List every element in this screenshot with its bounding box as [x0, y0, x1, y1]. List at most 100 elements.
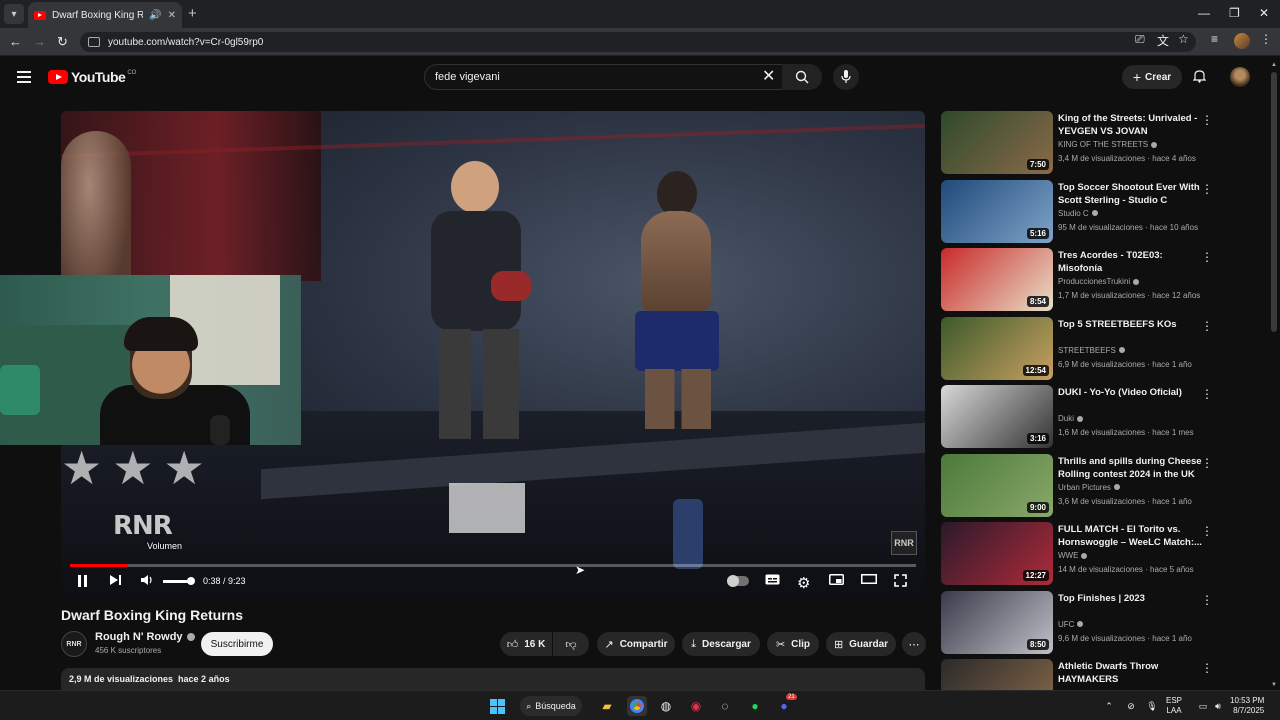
pause-button[interactable]	[78, 574, 92, 588]
recommendation-card[interactable]: 5:16 Top Soccer Shootout Ever With Scott …	[941, 179, 1261, 244]
microphone-tray-icon[interactable]: 🎙︎	[1142, 696, 1162, 716]
recommendation-channel[interactable]: UFC	[1058, 620, 1084, 629]
network-off-icon[interactable]: ⊘	[1121, 696, 1141, 716]
site-info-icon[interactable]	[88, 37, 100, 47]
search-button[interactable]	[782, 64, 822, 90]
recommendation-title[interactable]: FULL MATCH - El Torito vs. Hornswoggle –…	[1058, 523, 1208, 549]
browser-menu-icon[interactable]: ⋮	[1260, 32, 1272, 46]
more-actions-button[interactable]: ⋯	[902, 632, 926, 656]
like-button[interactable]: 👍︎ 16 K	[500, 632, 552, 656]
start-button[interactable]	[487, 696, 507, 716]
theater-mode-button[interactable]	[861, 574, 877, 584]
recommendation-channel[interactable]: STREETBEEFS	[1058, 346, 1125, 355]
share-button[interactable]: ↗ Compartir	[597, 632, 675, 656]
recommendation-card[interactable]: 3:16 DUKI - Yo-Yo (Video Oficial) Duki 1,6 …	[941, 385, 1261, 449]
app-circle-icon[interactable]: ◌	[715, 696, 735, 716]
more-options-icon[interactable]: ⋮	[1201, 182, 1213, 196]
create-button[interactable]: + Crear	[1122, 65, 1182, 89]
recommendation-card[interactable]: 8:54 Tres Acordes - T02E03: Misofonía Prod…	[941, 248, 1261, 312]
channel-corner-logo[interactable]: RNR	[891, 531, 917, 555]
progress-bar[interactable]	[70, 564, 916, 567]
more-options-icon[interactable]: ⋮	[1201, 593, 1213, 607]
search-input[interactable]: fede vigevani	[424, 64, 786, 90]
more-options-icon[interactable]: ⋮	[1201, 113, 1213, 127]
page-scrollbar[interactable]: ▲ ▼	[1270, 62, 1278, 688]
recommendation-thumbnail[interactable]: 5:16	[941, 179, 1053, 243]
recommendation-channel[interactable]: Duki	[1058, 414, 1084, 423]
recommendation-card[interactable]: Athletic Dwarfs Throw HAYMAKERS ⋮	[941, 659, 1261, 691]
voice-search-button[interactable]	[833, 64, 859, 90]
recommendation-card[interactable]: 8:50 Top Finishes | 2023 UFC 9,6 M de visua…	[941, 590, 1261, 655]
recommendation-channel[interactable]: Studio C	[1058, 209, 1098, 218]
recommendation-title[interactable]: Athletic Dwarfs Throw HAYMAKERS	[1058, 660, 1208, 686]
audio-playing-icon[interactable]: 🔊	[149, 10, 161, 21]
more-options-icon[interactable]: ⋮	[1201, 387, 1213, 401]
speaker-tray-icon[interactable]: 🔊︎	[1208, 696, 1228, 716]
recommendation-thumbnail[interactable]: 8:50	[941, 590, 1053, 654]
next-button[interactable]	[109, 574, 122, 586]
recommendation-thumbnail[interactable]: 12:27	[941, 522, 1053, 585]
clear-search-icon[interactable]: ✕	[762, 66, 775, 86]
recommendation-card[interactable]: 7:50 King of the Streets: Unrivaled - YEV…	[941, 111, 1261, 175]
window-close-button[interactable]: ✕	[1259, 6, 1269, 20]
browser-profile-avatar[interactable]	[1234, 33, 1250, 49]
recommendation-card[interactable]: 12:54 Top 5 STREETBEEFS KOs STREETBEEFS 6,9…	[941, 316, 1261, 381]
language-indicator[interactable]: ESP LAA	[1166, 696, 1182, 716]
app-red-icon[interactable]: ◉	[686, 696, 706, 716]
more-options-icon[interactable]: ⋮	[1201, 661, 1213, 675]
subscribe-button[interactable]: Suscribirme	[201, 632, 273, 656]
youtube-logo[interactable]: YouTube CO	[48, 69, 136, 85]
miniplayer-button[interactable]	[829, 574, 844, 585]
fullscreen-button[interactable]	[894, 574, 907, 587]
more-options-icon[interactable]: ⋮	[1201, 524, 1213, 538]
recommendation-title[interactable]: Top Soccer Shootout Ever With Scott Ster…	[1058, 181, 1208, 207]
tray-chevron-icon[interactable]: ⌃	[1099, 696, 1119, 716]
description-box[interactable]: 2,9 M de visualizaciones hace 2 años	[61, 668, 925, 690]
scrollbar-thumb[interactable]	[1271, 72, 1277, 332]
clock[interactable]: 10:53 PM 8/7/2025	[1230, 696, 1264, 716]
more-options-icon[interactable]: ⋮	[1201, 319, 1213, 333]
recommendation-title[interactable]: Top 5 STREETBEEFS KOs	[1058, 318, 1208, 331]
recommendation-channel[interactable]: Urban Pictures	[1058, 483, 1120, 492]
chrome-taskbar-icon[interactable]	[627, 696, 647, 716]
recommendation-title[interactable]: Thrills and spills during Cheese Rolling…	[1058, 455, 1208, 481]
minimize-button[interactable]: —	[1198, 6, 1210, 20]
hamburger-menu-icon[interactable]	[17, 71, 31, 86]
volume-button[interactable]	[140, 574, 154, 586]
tab-search-menu-button[interactable]: ▾	[4, 4, 24, 24]
tab-close-icon[interactable]: ✕	[168, 10, 176, 21]
bookmark-star-icon[interactable]: ☆	[1178, 32, 1189, 46]
subtitles-button[interactable]	[765, 574, 780, 585]
recommendation-channel[interactable]: KING OF THE STREETS	[1058, 140, 1158, 149]
recommendation-thumbnail[interactable]	[941, 659, 1053, 691]
forward-button[interactable]: →	[33, 34, 46, 49]
recommendation-channel[interactable]: WWE	[1058, 551, 1088, 560]
notifications-bell-icon[interactable]	[1192, 69, 1207, 86]
translate-icon[interactable]: 文	[1157, 32, 1169, 49]
recommendation-title[interactable]: DUKI - Yo-Yo (Video Oficial)	[1058, 386, 1208, 399]
autoplay-toggle[interactable]	[727, 575, 749, 587]
discord-icon[interactable]: ● 21	[774, 694, 797, 716]
steam-icon[interactable]: ◍	[656, 696, 676, 716]
save-button[interactable]: ⊞ Guardar	[826, 632, 896, 656]
recommendation-card[interactable]: 9:00 Thrills and spills during Cheese Rol…	[941, 453, 1261, 518]
reload-button[interactable]: ↻	[57, 34, 68, 50]
channel-name[interactable]: Rough N' Rowdy	[95, 631, 195, 643]
browser-tab[interactable]: Dwarf Boxing King Returns 🔊 ✕	[28, 2, 182, 28]
recommendation-title[interactable]: King of the Streets: Unrivaled - YEVGEN …	[1058, 112, 1208, 138]
recommendation-channel[interactable]: ProduccionesTrukini	[1058, 277, 1140, 286]
recommendation-title[interactable]: Tres Acordes - T02E03: Misofonía	[1058, 249, 1208, 275]
volume-slider-knob[interactable]	[187, 577, 195, 585]
more-options-icon[interactable]: ⋮	[1201, 250, 1213, 264]
recommendation-thumbnail[interactable]: 7:50	[941, 111, 1053, 174]
file-explorer-icon[interactable]: ▰	[597, 696, 617, 716]
back-button[interactable]: ←	[9, 34, 22, 49]
reading-list-icon[interactable]: ≡	[1211, 32, 1218, 46]
recommendation-thumbnail[interactable]: 3:16	[941, 385, 1053, 448]
settings-button[interactable]: ⚙	[797, 574, 810, 592]
new-tab-button[interactable]: +	[188, 5, 197, 22]
account-avatar[interactable]	[1230, 67, 1250, 87]
recommendation-thumbnail[interactable]: 8:54	[941, 248, 1053, 311]
recommendation-thumbnail[interactable]: 9:00	[941, 453, 1053, 517]
dislike-button[interactable]: 👎︎	[553, 632, 589, 656]
